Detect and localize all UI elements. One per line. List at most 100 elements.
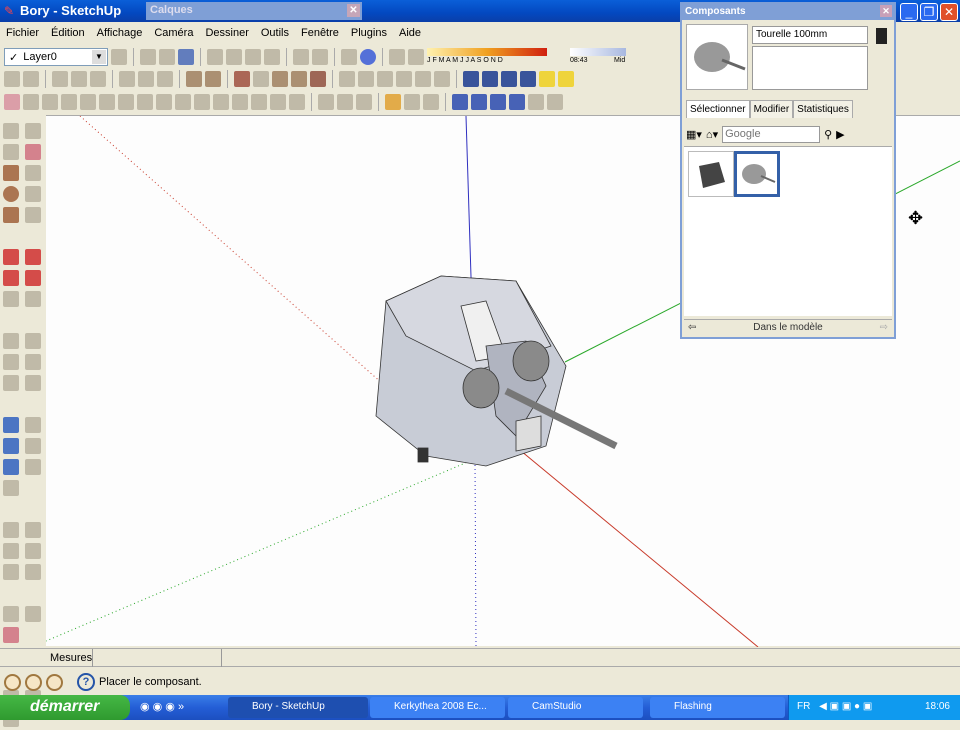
tool-icon[interactable] xyxy=(337,94,353,110)
menu-plugins[interactable]: Plugins xyxy=(351,27,387,39)
open-icon[interactable] xyxy=(159,49,175,65)
section-plane-icon[interactable] xyxy=(25,543,41,559)
tool-icon[interactable] xyxy=(138,71,154,87)
cut-icon[interactable] xyxy=(207,49,223,65)
credits-icon[interactable] xyxy=(25,673,42,691)
paint-bucket-icon[interactable] xyxy=(3,144,19,160)
restore-button[interactable]: ❐ xyxy=(920,3,938,21)
tool-icon[interactable] xyxy=(4,94,20,110)
menu-outils[interactable]: Outils xyxy=(261,27,289,39)
follow-me-icon[interactable] xyxy=(25,270,41,286)
menu-fenetre[interactable]: Fenêtre xyxy=(301,27,339,39)
select-icon[interactable] xyxy=(3,123,19,139)
tool-icon[interactable] xyxy=(119,71,135,87)
offset-icon[interactable] xyxy=(25,291,41,307)
tool-icon[interactable] xyxy=(356,94,372,110)
shadow-settings-icon[interactable] xyxy=(408,49,424,65)
components-title-bar[interactable]: Composants ✕ xyxy=(682,4,894,20)
redo-icon[interactable] xyxy=(312,49,328,65)
help-icon[interactable]: ? xyxy=(77,673,95,691)
plugin-icon[interactable] xyxy=(482,71,498,87)
style-icon[interactable] xyxy=(253,71,269,87)
tool-icon[interactable] xyxy=(270,94,286,110)
rotate-icon[interactable] xyxy=(3,270,19,286)
plugin-icon[interactable] xyxy=(501,71,517,87)
section-display-icon[interactable] xyxy=(25,564,41,580)
layer-select[interactable]: ✓ Layer0 ▼ xyxy=(4,48,108,66)
component-thumbnail-selected[interactable] xyxy=(734,151,780,197)
plugin-icon[interactable] xyxy=(520,71,536,87)
polygon-icon[interactable] xyxy=(3,207,19,223)
tab-modifier[interactable]: Modifier xyxy=(749,100,794,118)
details-arrow-icon[interactable]: ▶ xyxy=(836,128,844,141)
style-icon[interactable] xyxy=(186,71,202,87)
component-description-field[interactable] xyxy=(752,46,868,90)
close-icon[interactable]: ✕ xyxy=(347,4,360,17)
undo-icon[interactable] xyxy=(293,49,309,65)
tool-icon[interactable] xyxy=(490,94,506,110)
light-icon[interactable] xyxy=(558,71,574,87)
3d-text-icon[interactable] xyxy=(25,375,41,391)
task-kerkythea[interactable]: Kerkythea 2008 Ec... xyxy=(370,697,505,718)
sandbox-icon[interactable] xyxy=(25,606,41,622)
user-icon[interactable] xyxy=(46,673,63,691)
search-icon[interactable]: ⚲ xyxy=(824,128,832,141)
component-icon[interactable] xyxy=(404,94,420,110)
chevron-down-icon[interactable]: ▼ xyxy=(92,50,106,64)
component-name-field[interactable]: Tourelle 100mm xyxy=(752,26,868,44)
menu-fichier[interactable]: Fichier xyxy=(6,27,39,39)
layers-window-title[interactable]: Calques ✕ xyxy=(146,2,362,20)
tool-icon[interactable] xyxy=(137,94,153,110)
minimize-button[interactable]: _ xyxy=(900,3,918,21)
previous-icon[interactable] xyxy=(25,459,41,475)
text-icon[interactable] xyxy=(25,354,41,370)
tool-icon[interactable] xyxy=(99,94,115,110)
tool-icon[interactable] xyxy=(175,94,191,110)
tool-icon[interactable] xyxy=(547,94,563,110)
geolocation-icon[interactable] xyxy=(4,673,21,691)
view-top-icon[interactable] xyxy=(377,71,393,87)
save-icon[interactable] xyxy=(178,49,194,65)
plugin-icon[interactable] xyxy=(463,71,479,87)
new-icon[interactable] xyxy=(140,49,156,65)
layer-manager-icon[interactable] xyxy=(111,49,127,65)
tool-icon[interactable] xyxy=(213,94,229,110)
menu-edition[interactable]: Édition xyxy=(51,27,85,39)
back-arrow-icon[interactable]: ⇦ xyxy=(688,322,696,333)
component-icon[interactable] xyxy=(385,94,401,110)
copy-icon[interactable] xyxy=(226,49,242,65)
point-icon[interactable] xyxy=(23,94,39,110)
print-icon[interactable] xyxy=(341,49,357,65)
light-icon[interactable] xyxy=(539,71,555,87)
tab-selectionner[interactable]: Sélectionner xyxy=(686,100,750,118)
view-front-icon[interactable] xyxy=(396,71,412,87)
orbit-icon[interactable] xyxy=(3,417,19,433)
position-camera-icon[interactable] xyxy=(3,522,19,538)
style-icon[interactable] xyxy=(291,71,307,87)
scale-icon[interactable] xyxy=(3,291,19,307)
freehand-icon[interactable] xyxy=(25,207,41,223)
measures-input[interactable] xyxy=(92,649,222,667)
forward-arrow-icon[interactable]: ⇨ xyxy=(880,322,888,333)
rectangle-icon[interactable] xyxy=(3,165,19,181)
move-icon[interactable] xyxy=(3,249,19,265)
zoom-icon[interactable] xyxy=(3,438,19,454)
model-info-icon[interactable] xyxy=(360,49,376,65)
delete-icon[interactable] xyxy=(264,49,280,65)
shadow-date-slider[interactable]: J F M A M J J A S O N D xyxy=(427,48,567,66)
dimension-icon[interactable] xyxy=(25,333,41,349)
quick-launch-icons[interactable]: ◉ ◉ ◉ » xyxy=(140,700,184,713)
tool-icon[interactable] xyxy=(52,71,68,87)
style-icon[interactable] xyxy=(272,71,288,87)
tool-icon[interactable] xyxy=(23,71,39,87)
close-button[interactable]: ✕ xyxy=(940,3,958,21)
expand-icon[interactable] xyxy=(876,28,887,44)
task-flashing[interactable]: Flashing xyxy=(650,697,785,718)
next-icon[interactable] xyxy=(3,480,19,496)
paste-icon[interactable] xyxy=(245,49,261,65)
tool-icon[interactable] xyxy=(90,71,106,87)
line-icon[interactable] xyxy=(25,165,41,181)
select-view-icon[interactable] xyxy=(4,71,20,87)
style-icon[interactable] xyxy=(310,71,326,87)
circle-icon[interactable] xyxy=(3,186,19,202)
